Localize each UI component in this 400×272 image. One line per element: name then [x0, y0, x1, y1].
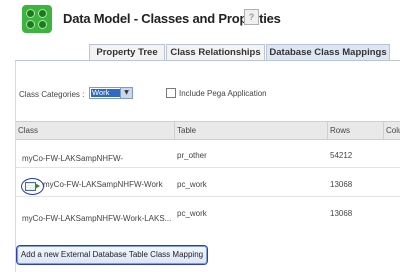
row-class: myCo-FW-LAKSampNHFW-Work: [43, 180, 163, 189]
row-table: pc_work: [177, 180, 207, 189]
include-pega-checkbox[interactable]: [166, 88, 176, 98]
row-class: myCo-FW-LAKSampNHFW-Work-LAKS...: [22, 214, 172, 223]
open-mapping-icon[interactable]: [21, 178, 44, 195]
row-class: myCo-FW-LAKSampNHFW-: [22, 154, 124, 163]
column-header-table[interactable]: Table: [177, 126, 196, 135]
column-header-rows[interactable]: Rows: [330, 126, 350, 135]
tab-class-relationships[interactable]: Class Relationships: [166, 44, 265, 60]
table-header: Class Table Rows Colu: [16, 121, 400, 140]
column-header-columns[interactable]: Colu: [386, 126, 400, 135]
table-row[interactable]: myCo-FW-LAKSampNHFW-Work pc_work 13068: [16, 168, 400, 197]
row-rows: 13068: [330, 180, 353, 189]
table-row[interactable]: myCo-FW-LAKSampNHFW- pr_other 54212: [16, 139, 400, 168]
row-table: pc_work: [177, 209, 207, 218]
class-categories-label: Class Categories :: [19, 90, 85, 99]
add-external-mapping-button[interactable]: Add a new External Database Table Class …: [17, 246, 207, 264]
row-rows: 54212: [330, 151, 353, 160]
column-header-class[interactable]: Class: [18, 126, 38, 135]
class-categories-value: Work: [91, 89, 121, 97]
table-row[interactable]: myCo-FW-LAKSampNHFW-Work-LAKS... pc_work…: [16, 197, 400, 225]
tab-database-class-mappings[interactable]: Database Class Mappings: [266, 44, 390, 60]
row-rows: 13068: [330, 209, 353, 218]
class-categories-select[interactable]: Work ▼: [89, 87, 133, 99]
tab-property-tree[interactable]: Property Tree: [89, 44, 165, 60]
help-button[interactable]: ?: [244, 9, 259, 25]
chevron-down-icon[interactable]: ▼: [120, 88, 132, 98]
data-model-logo-icon: [22, 5, 52, 33]
include-pega-label: Include Pega Application: [179, 89, 267, 98]
row-table: pr_other: [177, 151, 207, 160]
